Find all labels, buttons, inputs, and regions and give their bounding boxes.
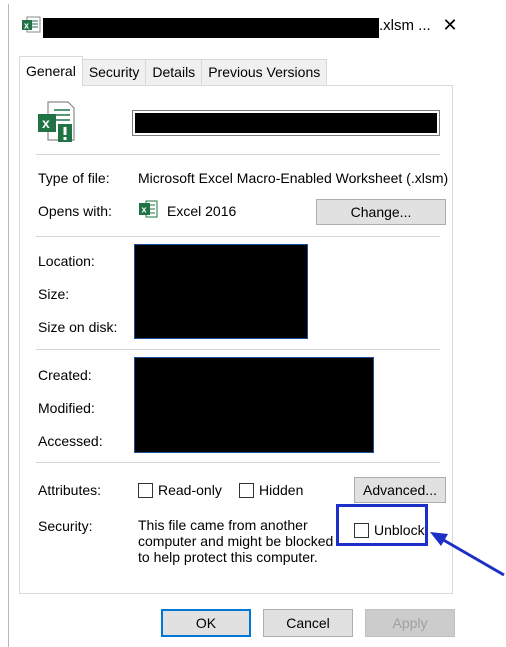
title-bar: x .xlsm ... ✕ xyxy=(9,4,471,48)
divider xyxy=(36,236,440,237)
tab-details[interactable]: Details xyxy=(145,59,203,85)
readonly-checkbox-box[interactable] xyxy=(138,482,153,498)
properties-dialog: x .xlsm ... ✕ General Security Details P… xyxy=(8,4,470,647)
divider xyxy=(36,349,440,350)
tab-security[interactable]: Security xyxy=(81,59,147,85)
size-label: Size: xyxy=(38,286,70,302)
accessed-label: Accessed: xyxy=(38,433,103,449)
file-name-field[interactable] xyxy=(132,110,440,136)
type-of-file-label: Type of file: xyxy=(38,170,110,186)
excel-macro-file-icon: x xyxy=(36,100,76,144)
svg-text:x: x xyxy=(142,205,147,215)
ok-button[interactable]: OK xyxy=(161,609,251,637)
size-on-disk-label: Size on disk: xyxy=(38,319,118,335)
tab-previous-versions[interactable]: Previous Versions xyxy=(201,59,328,85)
location-label: Location: xyxy=(38,253,95,269)
attributes-label: Attributes: xyxy=(38,482,102,498)
unblock-highlight-box xyxy=(336,504,428,546)
divider xyxy=(36,462,440,463)
svg-text:x: x xyxy=(24,21,29,31)
security-label: Security: xyxy=(38,518,93,534)
type-of-file-value: Microsoft Excel Macro-Enabled Worksheet … xyxy=(138,170,449,186)
opens-with-value: Excel 2016 xyxy=(167,203,237,219)
modified-label: Modified: xyxy=(38,400,95,416)
created-label: Created: xyxy=(38,367,92,383)
close-icon: ✕ xyxy=(442,14,458,35)
divider xyxy=(36,154,440,155)
hidden-checkbox[interactable]: Hidden xyxy=(239,482,303,498)
excel-file-icon: x xyxy=(21,16,41,34)
window-title-suffix: .xlsm ... xyxy=(379,17,431,34)
opens-with-label: Opens with: xyxy=(38,203,112,219)
tab-general[interactable]: General xyxy=(19,56,83,86)
svg-text:x: x xyxy=(42,115,50,131)
readonly-label: Read-only xyxy=(158,482,222,498)
location-size-redaction xyxy=(134,244,308,339)
advanced-button[interactable]: Advanced... xyxy=(354,477,446,503)
excel-app-icon: x xyxy=(138,199,158,222)
close-button[interactable]: ✕ xyxy=(433,10,467,40)
dates-redaction xyxy=(134,357,374,453)
file-name-redaction xyxy=(135,113,437,133)
cancel-button[interactable]: Cancel xyxy=(263,609,353,637)
change-button[interactable]: Change... xyxy=(316,199,446,225)
tab-strip: General Security Details Previous Versio… xyxy=(19,56,328,86)
hidden-label: Hidden xyxy=(259,482,304,498)
hidden-checkbox-box[interactable] xyxy=(239,482,254,498)
security-description: This file came from another computer and… xyxy=(138,517,334,565)
title-redaction xyxy=(43,18,379,38)
readonly-checkbox[interactable]: Read-only xyxy=(138,482,222,498)
apply-button[interactable]: Apply xyxy=(365,609,455,637)
